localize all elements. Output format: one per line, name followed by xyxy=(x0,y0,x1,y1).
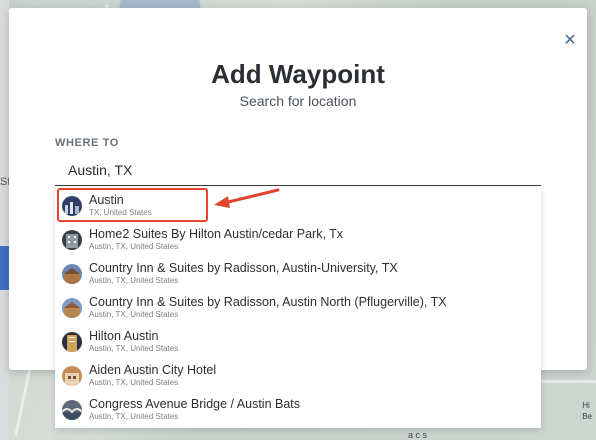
result-location: Austin, TX, United States xyxy=(89,378,179,387)
result-name: Hilton Austin xyxy=(89,329,159,343)
hotel-thumbnail-icon xyxy=(62,264,82,284)
result-item-hilton-austin[interactable]: Hilton Austin Austin, TX, United States xyxy=(55,323,541,357)
result-item-aiden-austin[interactable]: Aiden Austin City Hotel Austin, TX, Unit… xyxy=(55,357,541,391)
result-name: Home2 Suites By Hilton Austin/cedar Park… xyxy=(89,227,344,241)
result-name: Congress Avenue Bridge / Austin Bats xyxy=(89,397,301,411)
left-sidebar-button[interactable] xyxy=(0,246,9,290)
result-name: Country Inn & Suites by Radisson, Austin… xyxy=(89,261,398,275)
hotel-thumbnail-icon xyxy=(62,298,82,318)
close-icon[interactable]: × xyxy=(562,30,578,50)
result-name: Aiden Austin City Hotel xyxy=(89,363,217,377)
search-results-dropdown: Austin TX, United States Home2 Suites By… xyxy=(55,187,541,428)
modal-title: Add Waypoint xyxy=(211,59,385,89)
result-location: Austin, TX, United States xyxy=(89,412,179,421)
city-thumbnail-icon xyxy=(62,196,82,216)
where-to-label: WHERE TO xyxy=(55,137,119,149)
hotel-thumbnail-icon xyxy=(62,366,82,386)
annotation-arrow-icon xyxy=(214,188,280,208)
result-name: Austin xyxy=(89,193,124,207)
legend-line: Be xyxy=(582,412,592,421)
result-location: TX, United States xyxy=(89,208,152,217)
map-legend: Hi Be xyxy=(582,400,592,422)
bridge-thumbnail-icon xyxy=(62,400,82,420)
result-item-country-inn-north[interactable]: Country Inn & Suites by Radisson, Austin… xyxy=(55,289,541,323)
modal-subtitle: Search for location xyxy=(239,93,357,109)
map-scale-text: a c s xyxy=(408,430,428,440)
result-location: Austin, TX, United States xyxy=(89,276,179,285)
hotel-thumbnail-icon xyxy=(62,332,82,352)
result-item-country-inn-university[interactable]: Country Inn & Suites by Radisson, Austin… xyxy=(55,255,541,289)
result-item-home2-suites[interactable]: Home2 Suites By Hilton Austin/cedar Park… xyxy=(55,221,541,255)
result-name: Country Inn & Suites by Radisson, Austin… xyxy=(89,295,447,309)
location-search-input[interactable] xyxy=(55,154,541,186)
result-item-austin[interactable]: Austin TX, United States xyxy=(55,187,541,221)
result-location: Austin, TX, United States xyxy=(89,344,179,353)
result-location: Austin, TX, United States xyxy=(89,242,179,251)
result-location: Austin, TX, United States xyxy=(89,310,179,319)
hotel-thumbnail-icon xyxy=(62,230,82,250)
result-item-congress-bridge[interactable]: Congress Avenue Bridge / Austin Bats Aus… xyxy=(55,391,541,425)
legend-line: Hi xyxy=(582,401,590,410)
